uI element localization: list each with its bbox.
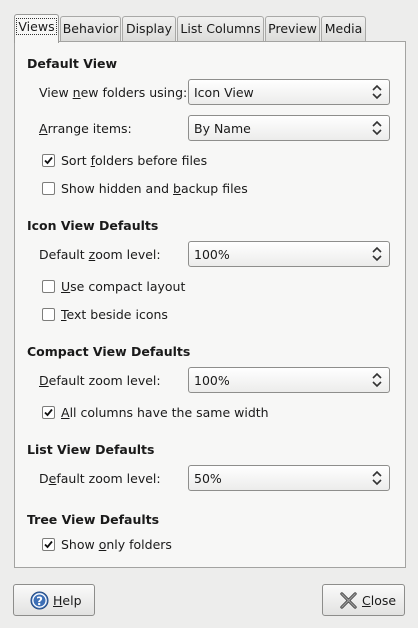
list-view-heading: List View Defaults	[27, 442, 155, 457]
updown-arrows-icon	[372, 470, 382, 486]
updown-arrows-icon	[372, 246, 382, 262]
close-button[interactable]: Close	[322, 584, 405, 616]
arrange-items-combo[interactable]: By Name	[188, 115, 390, 141]
sort-folders-label[interactable]: Sort folders before files	[61, 153, 207, 168]
icon-view-heading: Icon View Defaults	[27, 218, 159, 233]
arrange-items-label: Arrange items:	[39, 121, 132, 136]
combo-value: 50%	[194, 471, 222, 486]
help-icon: ?	[30, 591, 49, 610]
text-beside-icons-label[interactable]: Text beside icons	[61, 307, 168, 322]
combo-value: Icon View	[194, 85, 254, 100]
only-folders-checkbox[interactable]	[42, 538, 55, 551]
new-folders-view-combo[interactable]: Icon View	[188, 79, 390, 105]
compact-zoom-label: Default zoom level:	[39, 373, 161, 388]
tab-behavior[interactable]: Behavior	[60, 16, 121, 41]
default-view-heading: Default View	[27, 56, 118, 71]
help-button[interactable]: ? Help	[13, 584, 95, 616]
show-hidden-label[interactable]: Show hidden and backup files	[61, 181, 248, 196]
tab-views[interactable]: Views	[14, 14, 59, 43]
checkmark-icon	[44, 540, 53, 549]
views-panel: Default View View new folders using: Ico…	[14, 41, 406, 568]
icon-zoom-label: Default zoom level:	[39, 247, 161, 262]
icon-zoom-combo[interactable]: 100%	[188, 241, 390, 267]
compact-zoom-combo[interactable]: 100%	[188, 367, 390, 393]
tab-media[interactable]: Media	[321, 16, 366, 41]
sort-folders-checkbox[interactable]	[42, 154, 55, 167]
list-zoom-combo[interactable]: 50%	[188, 465, 390, 491]
close-label: Close	[362, 593, 397, 608]
compact-layout-checkbox[interactable]	[42, 280, 55, 293]
text-beside-icons-checkbox[interactable]	[42, 308, 55, 321]
tab-display[interactable]: Display	[122, 16, 176, 41]
updown-arrows-icon	[372, 84, 382, 100]
updown-arrows-icon	[372, 372, 382, 388]
compact-view-heading: Compact View Defaults	[27, 344, 191, 359]
help-label: Help	[53, 593, 82, 608]
combo-value: 100%	[194, 247, 230, 262]
updown-arrows-icon	[372, 120, 382, 136]
checkmark-icon	[44, 408, 53, 417]
show-hidden-checkbox[interactable]	[42, 182, 55, 195]
svg-text:?: ?	[36, 594, 43, 608]
list-zoom-label: Default zoom level:	[39, 471, 161, 486]
same-width-label[interactable]: All columns have the same width	[61, 405, 269, 420]
combo-value: 100%	[194, 373, 230, 388]
same-width-checkbox[interactable]	[42, 406, 55, 419]
tab-preview[interactable]: Preview	[265, 16, 320, 41]
tab-list-columns[interactable]: List Columns	[177, 16, 264, 41]
tree-view-heading: Tree View Defaults	[27, 512, 160, 527]
close-icon	[340, 592, 357, 609]
combo-value: By Name	[194, 121, 251, 136]
new-folders-label: View new folders using:	[39, 85, 188, 100]
compact-layout-label[interactable]: Use compact layout	[61, 279, 185, 294]
checkmark-icon	[44, 156, 53, 165]
only-folders-label[interactable]: Show only folders	[61, 537, 172, 552]
